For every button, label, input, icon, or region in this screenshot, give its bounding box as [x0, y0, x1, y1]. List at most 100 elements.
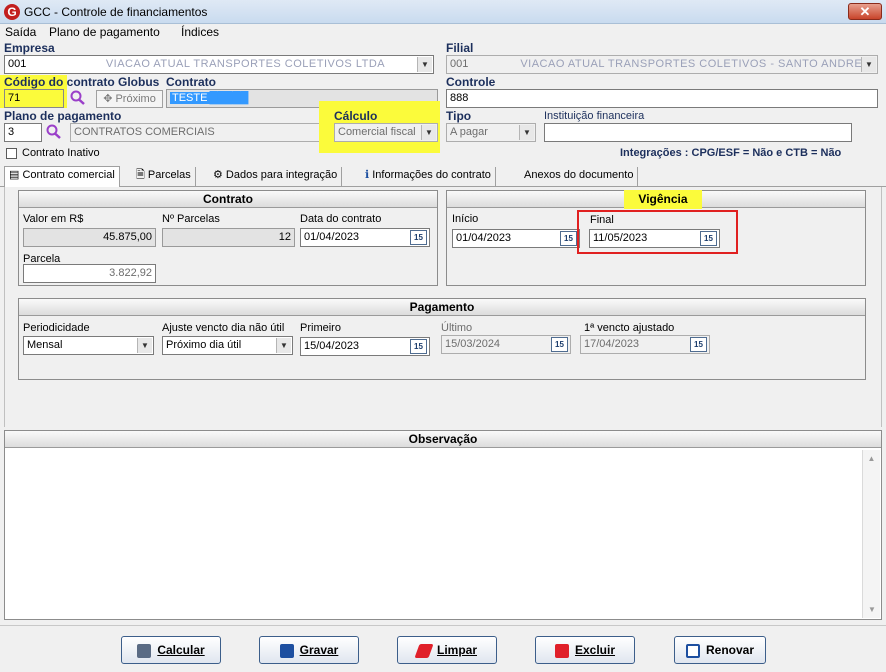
plus-icon: ✥: [103, 93, 116, 105]
filial-select[interactable]: 001 VIACAO ATUAL TRANSPORTES COLETIVOS -…: [446, 55, 878, 74]
gravar-button[interactable]: Gravar: [259, 636, 359, 664]
search-icon[interactable]: [45, 124, 63, 140]
tab-label: Anexos do documento: [524, 169, 634, 181]
menu-saida[interactable]: Saída: [5, 25, 36, 39]
contrato-label: Contrato: [166, 75, 216, 89]
calculo-value: Comercial fiscal: [338, 126, 416, 138]
proximo-button[interactable]: ✥ Próximo: [96, 90, 163, 108]
integracoes-status: Integrações : CPG/ESF = Não e CTB = Não: [620, 147, 842, 159]
chevron-down-icon[interactable]: ▼: [417, 57, 432, 72]
empresa-select[interactable]: 001 VIACAO ATUAL TRANSPORTES COLETIVOS L…: [4, 55, 434, 74]
periodicidade-select[interactable]: Mensal ▼: [23, 336, 154, 355]
plano-code-input[interactable]: 3: [4, 123, 42, 142]
instituicao-label: Instituição financeira: [544, 110, 645, 122]
menu-indices[interactable]: Índices: [181, 25, 219, 39]
trash-icon: [554, 643, 569, 658]
document-icon: 🗎: [136, 169, 148, 181]
filial-label: Filial: [446, 41, 474, 55]
chevron-down-icon[interactable]: ▼: [861, 57, 876, 72]
nparcelas-field: 12: [162, 228, 295, 247]
ajuste-value: Próximo dia útil: [166, 339, 242, 351]
calcular-label: Calcular: [157, 643, 205, 657]
observacao-textarea[interactable]: [6, 450, 862, 618]
codigo-label-rest: contrato Globus: [63, 75, 160, 89]
chevron-down-icon[interactable]: ▼: [137, 338, 152, 353]
final-value: 11/05/2023: [593, 232, 648, 244]
codigo-label: Código do contrato Globus: [4, 75, 159, 89]
calendar-icon[interactable]: 15: [560, 231, 577, 246]
primeiro-input[interactable]: 15/04/2023 15: [300, 337, 430, 356]
final-label: Final: [590, 214, 614, 226]
ajuste-select[interactable]: Próximo dia útil ▼: [162, 336, 293, 355]
tipo-select[interactable]: A pagar ▼: [446, 123, 536, 142]
instituicao-input[interactable]: [544, 123, 852, 142]
filial-name: VIACAO ATUAL TRANSPORTES COLETIVOS - SAN…: [520, 58, 863, 70]
limpar-button[interactable]: Limpar: [397, 636, 497, 664]
vencto-value: 17/04/2023: [584, 338, 640, 350]
excluir-button[interactable]: Excluir: [535, 636, 635, 664]
observacao-title: Observação: [5, 431, 881, 448]
tab-label: Dados para integração: [225, 169, 338, 181]
close-button[interactable]: ✕: [848, 3, 882, 20]
calculator-icon: [137, 643, 152, 658]
chevron-down-icon[interactable]: ▼: [421, 125, 436, 140]
gravar-label: Gravar: [299, 643, 339, 657]
data-contrato-label: Data do contrato: [300, 213, 382, 225]
tab-dados-integracao[interactable]: ⚙ Dados para integração: [209, 167, 343, 186]
app-logo-icon: G: [4, 4, 20, 20]
inativo-label: Contrato Inativo: [22, 147, 100, 159]
valor-field: 45.875,00: [23, 228, 156, 247]
chevron-down-icon[interactable]: ▼: [276, 338, 291, 353]
excluir-label: Excluir: [574, 643, 616, 657]
menu-plano-pagamento[interactable]: Plano de pagamento: [49, 25, 160, 39]
ultimo-value: 15/03/2024: [445, 338, 501, 350]
tab-parcelas[interactable]: 🗎 Parcelas: [132, 167, 196, 186]
tab-informacoes[interactable]: ℹ Informações do contrato: [361, 167, 496, 186]
window-title: GCC - Controle de financiamentos: [24, 5, 208, 19]
parcela-field: 3.822,92: [23, 264, 156, 283]
inicio-label: Início: [452, 213, 479, 225]
calcular-button[interactable]: Calcular: [121, 636, 221, 664]
scroll-down-icon[interactable]: ▼: [863, 605, 881, 614]
data-contrato-input[interactable]: 01/04/2023 15: [300, 228, 430, 247]
calendar-icon: 15: [551, 337, 568, 352]
calendar-icon[interactable]: 15: [410, 339, 427, 354]
tab-contrato-comercial[interactable]: ▤ Contrato comercial: [4, 166, 120, 187]
menu-bar: Saída Plano de pagamento Índices: [0, 24, 886, 41]
filial-code: 001: [450, 58, 469, 70]
valor-label: Valor em R$: [23, 213, 84, 225]
calculo-select[interactable]: Comercial fiscal ▼: [334, 123, 438, 142]
data-contrato-value: 01/04/2023: [304, 231, 360, 243]
gear-icon: ⚙: [213, 169, 226, 181]
renovar-button[interactable]: Renovar: [674, 636, 766, 664]
final-input[interactable]: 11/05/2023 15: [589, 229, 720, 248]
inicio-input[interactable]: 01/04/2023 15: [452, 229, 580, 248]
empresa-code: 001: [8, 58, 27, 70]
pagamento-title: Pagamento: [19, 299, 865, 316]
contrato-title: Contrato: [19, 191, 437, 208]
periodicidade-value: Mensal: [27, 339, 63, 351]
calendar-icon[interactable]: 15: [410, 230, 427, 245]
controle-input[interactable]: 888: [446, 89, 878, 108]
calendar-icon[interactable]: 15: [700, 231, 717, 246]
empresa-name: VIACAO ATUAL TRANSPORTES COLETIVOS LTDA: [105, 58, 386, 70]
codigo-input[interactable]: 71: [4, 89, 64, 108]
controle-label: Controle: [446, 75, 496, 89]
inativo-checkbox[interactable]: [6, 148, 17, 159]
observacao-scrollbar[interactable]: ▲ ▼: [862, 450, 880, 618]
chevron-down-icon[interactable]: ▼: [519, 125, 534, 140]
tab-label: Informações do contrato: [372, 169, 491, 181]
form-icon: ▤: [9, 169, 23, 181]
renovar-label: Renovar: [705, 643, 755, 657]
search-icon[interactable]: [69, 90, 87, 106]
vigencia-title: Vigência: [624, 190, 702, 209]
proximo-label: Próximo: [115, 93, 156, 105]
tab-anexos[interactable]: Anexos do documento: [520, 167, 639, 186]
nparcelas-label: Nº Parcelas: [162, 213, 220, 225]
scroll-up-icon[interactable]: ▲: [863, 454, 880, 463]
inicio-value: 01/04/2023: [456, 232, 512, 244]
copy-icon: [685, 643, 700, 658]
empresa-label: Empresa: [4, 41, 55, 55]
primeiro-label: Primeiro: [300, 322, 341, 334]
plano-label: Plano de pagamento: [4, 109, 122, 123]
